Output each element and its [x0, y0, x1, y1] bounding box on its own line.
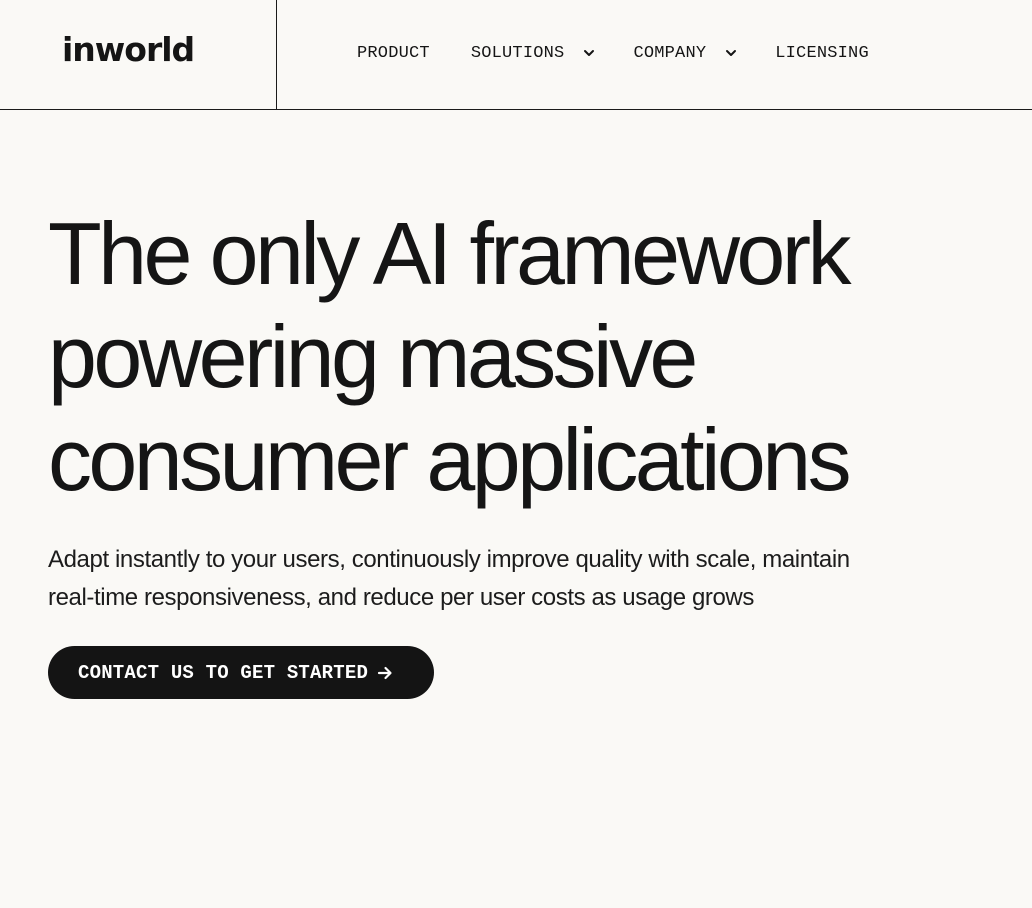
nav-item-label: PRODUCT	[357, 43, 430, 63]
nav-item-licensing[interactable]: LICENSING	[775, 41, 869, 65]
arrow-right-icon	[377, 666, 392, 679]
hero-subtitle: Adapt instantly to your users, continuou…	[48, 541, 948, 617]
contact-us-button[interactable]: CONTACT US TO GET STARTED	[48, 646, 434, 699]
main-nav: PRODUCT SOLUTIONS COMPANY LICENSING	[357, 41, 869, 65]
hero-title-line: consumer applications	[48, 410, 852, 509]
chevron-down-icon	[584, 50, 595, 56]
nav-item-label: LICENSING	[775, 43, 869, 63]
nav-item-label: COMPANY	[633, 43, 707, 63]
logo-container: inworld	[0, 0, 277, 109]
contact-us-button-label: CONTACT US TO GET STARTED	[78, 661, 369, 684]
nav-item-label: SOLUTIONS	[470, 43, 565, 63]
nav-item-solutions[interactable]: SOLUTIONS	[471, 41, 597, 65]
chevron-down-icon	[726, 50, 737, 56]
hero-title-line: The only AI framework	[48, 204, 851, 303]
hero-title-line: powering massive	[48, 307, 698, 406]
hero-title: The only AI framework powering massive c…	[48, 202, 1008, 511]
hero-subtitle-line: Adapt instantly to your users, continuou…	[48, 546, 850, 573]
site-header: inworld PRODUCT SOLUTIONS COMPANY LICENS…	[0, 0, 1032, 110]
inworld-logo[interactable]: inworld	[62, 30, 195, 70]
nav-item-product[interactable]: PRODUCT	[357, 41, 430, 65]
hero-subtitle-line: real-time responsiveness, and reduce per…	[48, 584, 754, 611]
nav-item-company[interactable]: COMPANY	[633, 41, 738, 65]
